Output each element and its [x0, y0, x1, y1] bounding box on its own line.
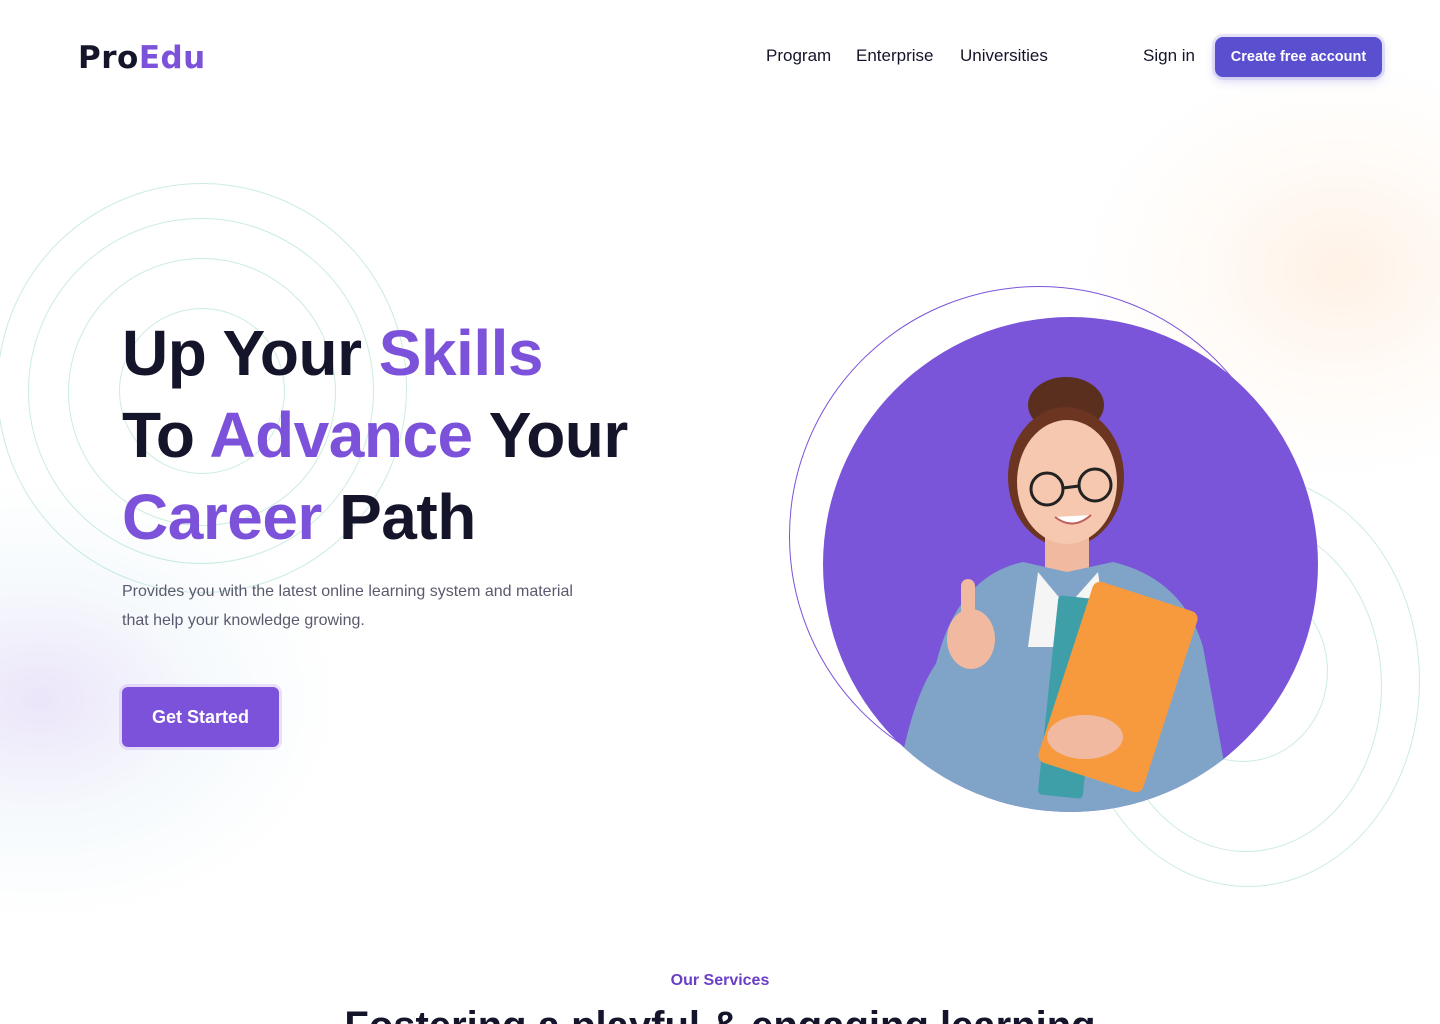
services-kicker: Our Services	[670, 972, 770, 989]
headline-highlight: Career	[122, 481, 322, 553]
brand-name-part2: Edu	[138, 40, 206, 76]
headline-highlight: Skills	[378, 317, 544, 389]
hero-subtitle-line1: Provides you with the latest online lear…	[122, 583, 573, 600]
nav-link-enterprise[interactable]: Enterprise	[856, 46, 933, 66]
nav-link-universities[interactable]: Universities	[960, 46, 1048, 66]
headline-text: Your	[472, 399, 629, 471]
services-title: Fostering a playful & engaging learning	[0, 1004, 1440, 1024]
hero-subtitle: Provides you with the latest online lear…	[122, 577, 622, 635]
create-account-button[interactable]: Create free account	[1215, 37, 1382, 77]
headline-text: Up Your	[122, 317, 379, 389]
get-started-button[interactable]: Get Started	[122, 687, 279, 747]
headline-highlight: Advance	[209, 399, 473, 471]
hero-image	[823, 317, 1318, 812]
landing-page: ProEdu Program Enterprise Universities S…	[0, 0, 1440, 1024]
brand-name-part1: Pro	[78, 40, 139, 76]
headline-text: Path	[321, 481, 476, 553]
brand-logo[interactable]: ProEdu	[78, 40, 206, 76]
hero-subtitle-line2: that help your knowledge growing.	[122, 612, 365, 629]
hero-headline: Up Your Skills To Advance Your Career Pa…	[122, 312, 742, 558]
sign-in-link[interactable]: Sign in	[1143, 46, 1195, 66]
nav-link-program[interactable]: Program	[766, 46, 831, 66]
headline-text: To	[122, 399, 210, 471]
student-illustration	[893, 377, 1233, 812]
